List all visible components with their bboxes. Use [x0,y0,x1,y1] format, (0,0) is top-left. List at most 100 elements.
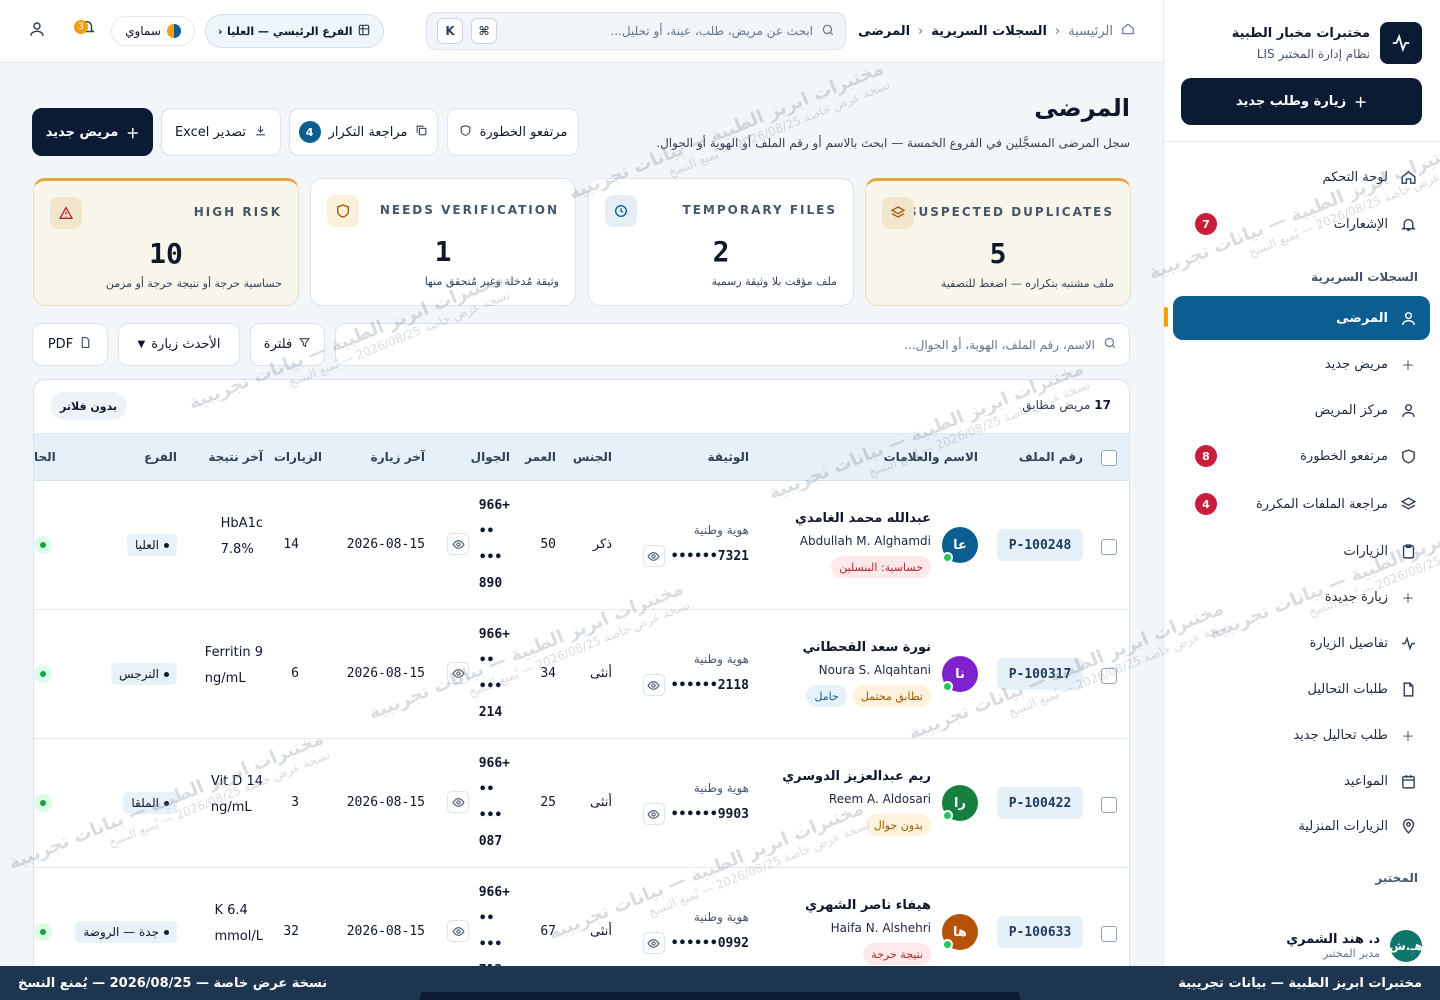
export-excel-button[interactable]: تصدير Excel [161,108,281,156]
horizontal-scrollbar[interactable] [420,992,1020,1000]
patient-name-cell[interactable]: عبدالله محمد الغامدي Abdullah M. Alghamd… [795,511,931,578]
table-row[interactable]: P-100633 ها هيفاء ناصر الشهري Haifa N. A… [34,868,1129,978]
age: 50 [540,537,556,552]
sidebar-item-patient-center[interactable]: مركز المريض [1181,391,1422,429]
brand: مختبرات مخبار الطبية نظام إدارة المختبر … [1232,22,1422,64]
patient-name-ar: عبدالله محمد الغامدي [795,511,931,526]
file-number[interactable]: P-100248 [997,529,1083,561]
table-row[interactable]: P-100317 نا نورة سعد القحطاني Noura S. A… [34,610,1129,739]
sort-select[interactable]: الأحدث زيارة ▼ [118,323,240,366]
user-menu-icon[interactable] [28,20,46,42]
table-row[interactable]: P-100422 را ريم عبدالعزيز الدوسري Reem A… [34,739,1129,868]
user-profile[interactable]: هـ.ش د. هند الشمري مدير المختبر [1286,930,1423,962]
chevron-left-icon: ‹ [1055,23,1061,39]
sidebar: مختبرات مخبار الطبية نظام إدارة المختبر … [1163,0,1440,1000]
duplicate-review-button[interactable]: مراجعة التكرار 4 [289,108,438,156]
patient-name-cell[interactable]: ريم عبدالعزيز الدوسري Reem A. Aldosari ب… [782,769,931,836]
sidebar-item-label: تفاصيل الزيارة [1309,635,1388,651]
stat-card-high-risk[interactable]: HIGH RISK 10 حساسية حرجة أو نتيجة حرجة أ… [33,178,299,306]
online-indicator [942,939,953,950]
status-indicator [34,536,52,554]
sidebar-item-duplicates[interactable]: مراجعة الملفات المكررة 4 [1181,485,1422,523]
breadcrumb-home[interactable]: الرئيسية [1068,24,1113,39]
sidebar-item-patients[interactable]: المرضى [1173,296,1430,340]
sidebar-item-dashboard[interactable]: لوحة التحكم [1181,158,1422,196]
no-filter-chip[interactable]: بدون فلاتر [50,392,128,420]
stat-card-verification[interactable]: NEEDS VERIFICATION 1 وثيقة مُدخلة وغير م… [310,178,576,306]
sidebar-item-label: مرتفعو الخطورة [1300,448,1388,464]
phone: 966+•••••712 [479,880,510,978]
pulse-logo-icon [1380,22,1422,64]
sidebar-item-visit-details[interactable]: تفاصيل الزيارة [1181,624,1422,662]
branch-dot [164,800,169,806]
pdf-button[interactable]: PDF [32,323,108,366]
high-risk-button[interactable]: مرتفعو الخطورة [447,108,579,156]
row-checkbox[interactable] [1101,926,1117,942]
global-search-input[interactable]: ابحث عن مريض، طلب، عينة، أو تحليل... ⌘ K [426,12,846,50]
row-checkbox[interactable] [1101,668,1117,684]
card-subtitle: وثيقة مُدخلة وغير مُتحقق منها [424,275,559,288]
chevron-left-icon[interactable]: ‹ [1410,946,1415,961]
eye-icon[interactable] [642,674,665,696]
file-number[interactable]: P-100422 [997,787,1083,819]
sidebar-item-new-test-order[interactable]: ＋ طلب تحاليل جديد [1181,716,1422,754]
branch-selector[interactable]: الفرع الرئيسي — العليا ‹ [205,14,384,48]
shield-icon [1398,446,1418,466]
phone-part: ••• [478,679,503,694]
eye-icon[interactable] [642,932,665,954]
patient-name-cell[interactable]: نورة سعد القحطاني Noura S. Alqahtani تطا… [802,640,931,707]
stat-card-duplicates[interactable]: SUSPECTED DUPLICATES 5 ملف مشتبه بتكراره… [865,178,1131,306]
branch-name: الملقا [131,796,159,810]
card-value: 10 [149,237,183,270]
file-number[interactable]: P-100633 [997,916,1083,948]
status-indicator [34,923,52,941]
patient-name-cell[interactable]: هيفاء ناصر الشهري Haifa N. Alshehri نتيج… [805,898,931,965]
th-age[interactable]: العمر [525,450,556,464]
eye-icon[interactable] [447,791,469,813]
result-line: HbA1c [220,516,263,531]
age: 25 [540,795,556,810]
sidebar-item-home-visits[interactable]: الزيارات المنزلية [1181,807,1422,845]
th-last-result[interactable]: آخر نتيجة [208,450,263,464]
breadcrumb-records[interactable]: السجلات السريرية [931,24,1047,39]
notif-count: 3 [74,20,88,34]
sidebar-item-notifications[interactable]: الإشعارات 7 [1181,205,1422,243]
theme-toggle[interactable]: سماوي [111,16,195,46]
th-status[interactable]: الحا [34,450,56,464]
row-checkbox[interactable] [1101,797,1117,813]
notifications-button[interactable]: 3 [72,18,96,42]
th-visits[interactable]: الزيارات [274,450,322,464]
last-visit-date: 2026-08-15 [346,795,425,810]
sidebar-item-high-risk[interactable]: مرتفعو الخطورة 8 [1181,437,1422,475]
new-patient-button[interactable]: ＋ مريض جديد [32,108,153,156]
eye-icon[interactable] [447,662,469,684]
th-doc[interactable]: الوثيقة [708,450,749,464]
th-file[interactable]: رقم الملف [1019,450,1083,464]
sidebar-item-appointments[interactable]: المواعيد [1181,762,1422,800]
patient-tag: نتيجة حرجة [863,943,931,965]
stat-card-temporary[interactable]: TEMPORARY FILES 2 ملف مؤقت بلا وثيقة رسم… [588,178,854,306]
th-name[interactable]: الاسم والعلامات [884,450,978,464]
th-phone[interactable]: الجوال [471,450,510,464]
new-visit-button[interactable]: ＋ زيارة وطلب جديد [1181,78,1422,125]
chevron-left-icon: ‹ [918,23,924,39]
filter-button[interactable]: فلترة [250,323,325,366]
eye-icon[interactable] [642,545,665,567]
file-number[interactable]: P-100317 [997,658,1083,690]
eye-icon[interactable] [642,803,665,825]
select-all-checkbox[interactable] [1101,450,1117,466]
status-indicator [34,794,52,812]
eye-icon[interactable] [447,533,469,555]
th-gender[interactable]: الجنس [573,450,612,464]
sidebar-item-visits[interactable]: الزيارات [1181,532,1422,570]
th-last-visit[interactable]: آخر زيارة [371,450,425,464]
sidebar-item-test-orders[interactable]: طلبات التحاليل [1181,670,1422,708]
table-row[interactable]: P-100248 عا عبدالله محمد الغامدي Abdulla… [34,481,1129,610]
sidebar-item-new-patient[interactable]: ＋ مريض جديد [1181,345,1422,383]
sidebar-item-new-visit[interactable]: ＋ زيارة جديدة [1181,578,1422,616]
user-role: مدير المختبر [1323,947,1380,960]
row-checkbox[interactable] [1101,539,1117,555]
patient-search-input[interactable]: الاسم، رقم الملف، الهوية، أو الجوال... [335,323,1130,366]
eye-icon[interactable] [447,920,469,942]
th-branch[interactable]: الفرع [144,450,177,464]
